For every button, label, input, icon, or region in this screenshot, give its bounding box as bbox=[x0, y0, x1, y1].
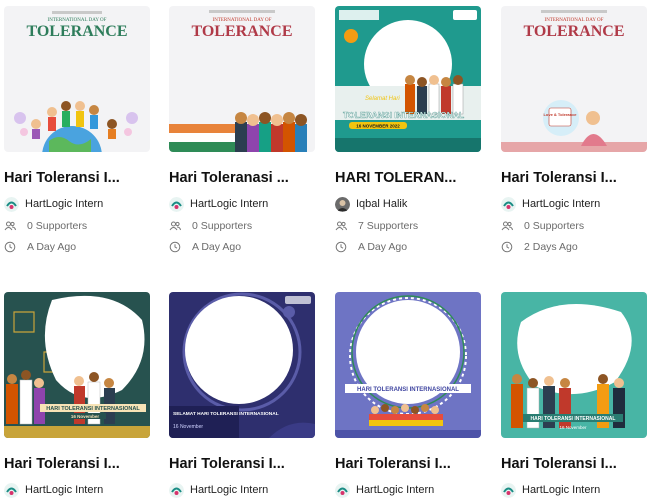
thumb-title: HARI TOLERANSI INTERNASIONAL bbox=[531, 416, 616, 422]
author-name[interactable]: HartLogic Intern bbox=[25, 484, 103, 496]
campaign-author[interactable]: HartLogic Intern bbox=[169, 481, 315, 499]
campaign-author[interactable]: HartLogic Intern bbox=[501, 481, 647, 499]
hartlogic-logo-icon bbox=[4, 482, 19, 498]
campaign-title[interactable]: HARI TOLERAN... bbox=[335, 170, 481, 186]
hartlogic-logo-icon bbox=[169, 196, 184, 212]
posted-time: A Day Ago bbox=[335, 239, 481, 255]
campaign-card[interactable]: HARI TOLERANSI INTERNASIONAL 16 November… bbox=[501, 292, 647, 499]
clock-icon bbox=[169, 241, 181, 253]
posted-time: A Day Ago bbox=[4, 239, 150, 255]
campaign-author[interactable]: HartLogic Intern bbox=[169, 195, 315, 213]
campaign-author[interactable]: HartLogic Intern bbox=[501, 195, 647, 213]
hartlogic-logo-icon bbox=[501, 196, 516, 212]
posted-time-text: A Day Ago bbox=[192, 241, 242, 253]
thumb-date: 16 November bbox=[559, 425, 587, 430]
campaign-card[interactable]: Selamat Hari TOLERANSI INTERNASIONAL 16 … bbox=[335, 6, 481, 255]
thumb-date: 16 November bbox=[173, 424, 203, 430]
posted-time: 2 Days Ago bbox=[501, 239, 647, 255]
users-icon bbox=[4, 220, 16, 232]
campaign-card[interactable]: HARI TOLERANSI INTERNASIONAL 16 November… bbox=[4, 292, 150, 499]
thumb-date: 16 November bbox=[71, 414, 100, 419]
users-icon bbox=[169, 220, 181, 232]
thumb-title: TOLERANCE bbox=[523, 23, 624, 40]
campaign-card[interactable]: SELAMAT HARI TOLERANSI INTERNASIONAL 16 … bbox=[169, 292, 315, 499]
campaign-title[interactable]: Hari Toleransi I... bbox=[335, 456, 481, 472]
campaign-card[interactable]: INTERNATIONAL DAY OF TOLERANCE Hari Tole… bbox=[4, 6, 150, 255]
supporters-count: 7 Supporters bbox=[335, 218, 481, 234]
hartlogic-logo-icon bbox=[4, 196, 19, 212]
thumb-date: 16 NOVEMBER 2022 bbox=[356, 124, 400, 129]
posted-time-text: A Day Ago bbox=[27, 241, 77, 253]
thumb-date: 16 November bbox=[393, 397, 423, 403]
campaign-card[interactable]: INTERNATIONAL DAY OF TOLERANCE Love & To… bbox=[501, 6, 647, 255]
author-name[interactable]: HartLogic Intern bbox=[25, 198, 103, 210]
posted-time-text: A Day Ago bbox=[358, 241, 408, 253]
thumb-title: HARI TOLERANSI INTERNASIONAL bbox=[357, 387, 459, 393]
thumb-title: SELAMAT HARI TOLERANSI INTERNASIONAL bbox=[173, 411, 279, 417]
supporters-count: 0 Supporters bbox=[4, 218, 150, 234]
thumb-title: TOLERANCE bbox=[191, 23, 292, 40]
supporters-count: 0 Supporters bbox=[169, 218, 315, 234]
author-name[interactable]: HartLogic Intern bbox=[190, 198, 268, 210]
campaign-thumbnail[interactable]: INTERNATIONAL DAY OF TOLERANCE bbox=[169, 6, 315, 152]
campaign-thumbnail[interactable]: HARI TOLERANSI INTERNASIONAL 16 November bbox=[335, 292, 481, 438]
campaign-title[interactable]: Hari Toleransi I... bbox=[501, 456, 647, 472]
users-icon bbox=[501, 220, 513, 232]
campaign-card[interactable]: INTERNATIONAL DAY OF TOLERANCE Hari Tole… bbox=[169, 6, 315, 255]
author-name[interactable]: HartLogic Intern bbox=[522, 198, 600, 210]
clock-icon bbox=[501, 241, 513, 253]
hartlogic-logo-icon bbox=[335, 482, 350, 498]
campaign-author[interactable]: HartLogic Intern bbox=[4, 195, 150, 213]
hartlogic-logo-icon bbox=[501, 482, 516, 498]
posted-time-text: 2 Days Ago bbox=[524, 241, 578, 253]
thumb-subtext: Selamat Hari bbox=[365, 96, 400, 102]
hartlogic-logo-icon bbox=[169, 482, 184, 498]
campaign-title[interactable]: Hari Toleransi I... bbox=[501, 170, 647, 186]
supporters-text: 7 Supporters bbox=[358, 220, 419, 232]
campaign-title[interactable]: Hari Toleransi I... bbox=[4, 170, 150, 186]
supporters-count: 0 Supporters bbox=[501, 218, 647, 234]
campaign-author[interactable]: HartLogic Intern bbox=[335, 481, 481, 499]
users-icon bbox=[335, 220, 347, 232]
campaign-thumbnail[interactable]: INTERNATIONAL DAY OF TOLERANCE Love & To… bbox=[501, 6, 647, 152]
author-name[interactable]: Iqbal Halik bbox=[356, 198, 407, 210]
thumb-title: TOLERANCE bbox=[26, 23, 127, 40]
posted-time: A Day Ago bbox=[169, 239, 315, 255]
user-photo-icon bbox=[335, 196, 350, 212]
campaign-author[interactable]: Iqbal Halik bbox=[335, 195, 481, 213]
author-name[interactable]: HartLogic Intern bbox=[356, 484, 434, 496]
clock-icon bbox=[4, 241, 16, 253]
author-name[interactable]: HartLogic Intern bbox=[190, 484, 268, 496]
campaign-thumbnail[interactable]: Selamat Hari TOLERANSI INTERNASIONAL 16 … bbox=[335, 6, 481, 152]
campaign-title[interactable]: Hari Toleransi I... bbox=[169, 456, 315, 472]
supporters-text: 0 Supporters bbox=[192, 220, 253, 232]
campaign-title[interactable]: Hari Toleransi I... bbox=[4, 456, 150, 472]
supporters-text: 0 Supporters bbox=[27, 220, 88, 232]
thumb-badge: Love & Tolerance bbox=[543, 112, 577, 117]
supporters-text: 0 Supporters bbox=[524, 220, 585, 232]
campaign-thumbnail[interactable]: HARI TOLERANSI INTERNASIONAL 16 November bbox=[4, 292, 150, 438]
campaign-title[interactable]: Hari Toleranasi ... bbox=[169, 170, 315, 186]
thumb-title: HARI TOLERANSI INTERNASIONAL bbox=[46, 406, 140, 412]
thumb-title: TOLERANSI INTERNASIONAL bbox=[343, 110, 464, 120]
campaign-card[interactable]: HARI TOLERANSI INTERNASIONAL 16 November… bbox=[335, 292, 481, 499]
campaign-thumbnail[interactable]: HARI TOLERANSI INTERNASIONAL 16 November bbox=[501, 292, 647, 438]
author-name[interactable]: HartLogic Intern bbox=[522, 484, 600, 496]
clock-icon bbox=[335, 241, 347, 253]
campaign-thumbnail[interactable]: SELAMAT HARI TOLERANSI INTERNASIONAL 16 … bbox=[169, 292, 315, 438]
campaign-thumbnail[interactable]: INTERNATIONAL DAY OF TOLERANCE bbox=[4, 6, 150, 152]
campaign-author[interactable]: HartLogic Intern bbox=[4, 481, 150, 499]
